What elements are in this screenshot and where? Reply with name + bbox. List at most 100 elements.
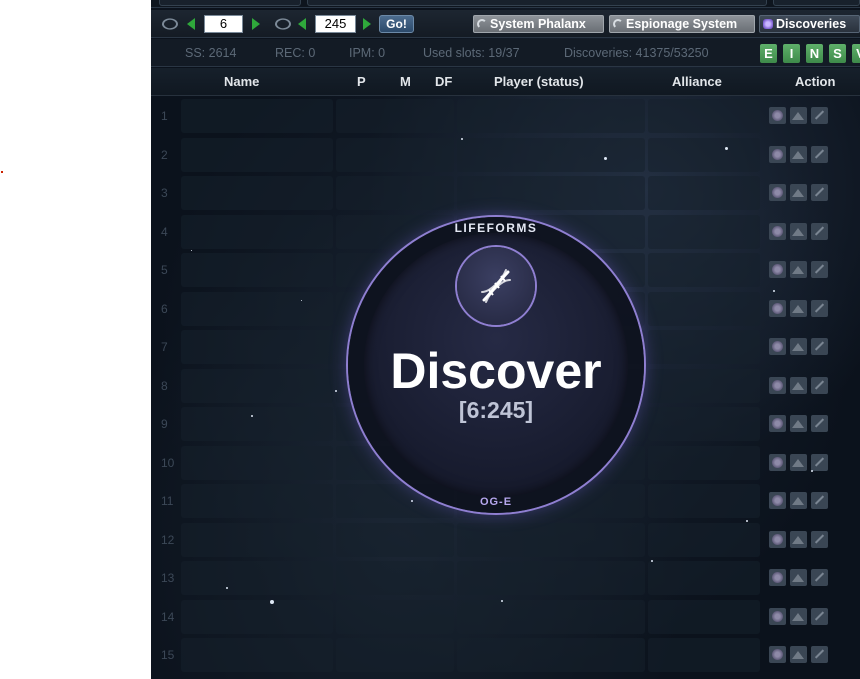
discoveries-button[interactable]: Discoveries <box>759 15 860 33</box>
row-actions <box>769 145 828 163</box>
system-phalanx-button[interactable]: System Phalanx <box>473 15 604 33</box>
missile-icon[interactable] <box>811 107 828 124</box>
mission-icon[interactable] <box>790 222 807 240</box>
missile-icon[interactable] <box>811 569 828 586</box>
star <box>270 600 274 604</box>
row-actions <box>769 107 828 124</box>
mission-icon[interactable] <box>790 569 807 586</box>
arrow-left-icon[interactable] <box>187 18 195 30</box>
ss-count: SS: 2614 <box>185 46 237 60</box>
missile-icon[interactable] <box>811 222 828 240</box>
player-cell <box>457 599 645 634</box>
mission-icon[interactable] <box>790 299 807 317</box>
missile-icon[interactable] <box>811 338 828 355</box>
filter-v-button[interactable]: V <box>852 44 860 63</box>
rec-count: REC: 0 <box>275 46 316 60</box>
galaxy-input[interactable]: 6 <box>204 15 243 33</box>
star <box>773 290 775 292</box>
row-actions <box>769 338 828 355</box>
discovery-icon[interactable] <box>769 299 786 317</box>
filter-e-button[interactable]: E <box>760 44 777 63</box>
mission-icon[interactable] <box>790 261 807 278</box>
mission-icon[interactable] <box>790 107 807 124</box>
discovery-icon[interactable] <box>769 607 786 625</box>
discover-title[interactable]: Discover <box>348 343 644 399</box>
position-number: 3 <box>161 186 168 200</box>
player-cell <box>457 176 645 210</box>
table-row: 3 <box>151 174 860 213</box>
missile-icon[interactable] <box>811 492 828 509</box>
mission-icon[interactable] <box>790 184 807 201</box>
top-tab-left[interactable] <box>159 0 301 6</box>
header-m: M <box>400 74 411 89</box>
mission-icon[interactable] <box>790 415 807 432</box>
used-slots: Used slots: 19/37 <box>423 46 520 60</box>
discovery-icon[interactable] <box>769 184 786 201</box>
missile-icon[interactable] <box>811 453 828 471</box>
discovery-icon[interactable] <box>769 261 786 278</box>
discovery-icon[interactable] <box>769 646 786 663</box>
position-number: 13 <box>161 571 175 585</box>
player-cell <box>457 522 645 557</box>
name-cell <box>181 176 333 210</box>
discovery-icon[interactable] <box>769 376 786 394</box>
missile-icon[interactable] <box>811 299 828 317</box>
planet-cell <box>336 99 454 133</box>
discovery-icon[interactable] <box>769 145 786 163</box>
filter-i-button[interactable]: I <box>783 44 800 63</box>
alliance-cell <box>648 253 760 287</box>
discovery-icon[interactable] <box>769 530 786 548</box>
missile-icon[interactable] <box>811 607 828 625</box>
discovery-icon[interactable] <box>769 107 786 124</box>
star <box>811 470 813 472</box>
alliance-cell <box>648 214 760 249</box>
espionage-system-button[interactable]: Espionage System <box>609 15 755 33</box>
discover-overlay[interactable]: LIFEFORMS Discover [6:245] OG-E <box>348 217 644 513</box>
galaxy-navigation: 6 245 Go! System Phalanx Espionage Syste… <box>151 10 860 38</box>
missile-icon[interactable] <box>811 530 828 548</box>
missile-icon[interactable] <box>811 376 828 394</box>
arrow-right-icon[interactable] <box>363 18 371 30</box>
discovery-icon[interactable] <box>769 222 786 240</box>
position-number: 5 <box>161 263 168 277</box>
filter-s-button[interactable]: S <box>829 44 846 63</box>
mission-icon[interactable] <box>790 607 807 625</box>
discovery-icon[interactable] <box>769 492 786 509</box>
system-input[interactable]: 245 <box>315 15 356 33</box>
arrow-left-icon[interactable] <box>298 18 306 30</box>
mission-icon[interactable] <box>790 646 807 663</box>
missile-icon[interactable] <box>811 184 828 201</box>
missile-icon[interactable] <box>811 145 828 163</box>
mission-icon[interactable] <box>790 492 807 509</box>
discovery-icon[interactable] <box>769 415 786 432</box>
discovery-icon[interactable] <box>769 569 786 586</box>
planet-cell <box>336 638 454 672</box>
row-actions <box>769 646 828 663</box>
mission-icon[interactable] <box>790 338 807 355</box>
arrow-right-icon[interactable] <box>252 18 260 30</box>
star <box>301 300 302 301</box>
mission-icon[interactable] <box>790 376 807 394</box>
table-row: 2 <box>151 136 860 175</box>
missile-icon[interactable] <box>811 646 828 663</box>
mission-icon[interactable] <box>790 145 807 163</box>
filter-n-button[interactable]: N <box>806 44 823 63</box>
missile-icon[interactable] <box>811 415 828 432</box>
position-number: 14 <box>161 609 175 624</box>
go-button[interactable]: Go! <box>379 15 414 33</box>
player-cell <box>457 638 645 672</box>
row-actions <box>769 415 828 432</box>
top-tab-middle[interactable] <box>307 0 767 6</box>
system-phalanx-label: System Phalanx <box>490 17 586 31</box>
top-tab-right[interactable] <box>773 0 860 6</box>
name-cell <box>181 214 333 249</box>
mission-icon[interactable] <box>790 530 807 548</box>
missile-icon[interactable] <box>811 261 828 278</box>
mission-icon[interactable] <box>790 453 807 471</box>
position-number: 1 <box>161 109 168 123</box>
discoveries-label: Discoveries <box>776 17 847 31</box>
discovery-icon[interactable] <box>769 453 786 471</box>
discover-coords: [6:245] <box>458 397 534 423</box>
discovery-icon[interactable] <box>769 338 786 355</box>
lifeforms-label: LIFEFORMS <box>454 221 538 235</box>
